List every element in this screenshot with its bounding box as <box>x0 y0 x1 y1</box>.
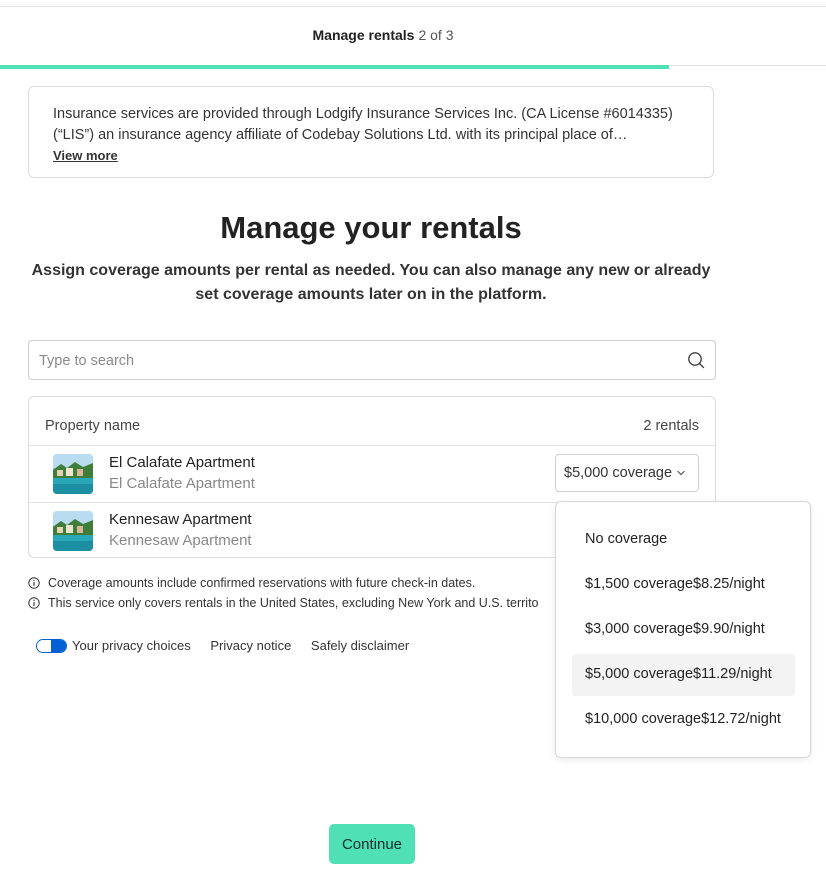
disclaimer-link[interactable]: Safely disclaimer <box>311 638 409 653</box>
option-price: $9.90/night <box>693 621 765 637</box>
rentals-count: 2 rentals <box>643 418 699 434</box>
page-subtitle: Assign coverage amounts per rental as ne… <box>31 262 711 303</box>
insurance-notice: Insurance services are provided through … <box>28 86 714 178</box>
continue-button[interactable]: Continue <box>329 824 415 864</box>
privacy-choices-link[interactable]: Your privacy choices <box>36 638 191 653</box>
property-name-header: Property name <box>45 418 141 434</box>
info-text: Coverage amounts include confirmed reser… <box>48 576 476 590</box>
privacy-choices-label: Your privacy choices <box>72 638 191 653</box>
footer-links: Your privacy choices Privacy notice Safe… <box>36 638 425 653</box>
coverage-dropdown: No coverage $1,500 coverage$8.25/night $… <box>555 501 811 758</box>
info-line: Coverage amounts include confirmed reser… <box>28 576 475 590</box>
coverage-option[interactable]: $3,000 coverage$9.90/night <box>572 609 795 651</box>
property-subtitle: Kennesaw Apartment <box>109 532 252 549</box>
coverage-option[interactable]: $1,500 coverage$8.25/night <box>572 564 795 606</box>
privacy-notice-link[interactable]: Privacy notice <box>210 638 291 653</box>
option-label: $5,000 coverage <box>585 666 694 682</box>
step-title: Manage rentals 2 of 3 <box>0 27 766 43</box>
privacy-choices-icon <box>36 639 67 653</box>
info-icon <box>28 577 40 589</box>
option-price: $11.29/night <box>693 666 772 682</box>
info-icon <box>28 597 40 609</box>
info-line: This service only covers rentals in the … <box>28 596 539 610</box>
coverage-option-selected[interactable]: $5,000 coverage$11.29/night <box>572 654 795 696</box>
search-input[interactable] <box>37 341 681 381</box>
property-subtitle: El Calafate Apartment <box>109 475 255 492</box>
search-icon[interactable] <box>687 351 705 369</box>
option-price: $8.25/night <box>693 576 765 592</box>
property-title: El Calafate Apartment <box>109 454 255 471</box>
property-title: Kennesaw Apartment <box>109 511 252 528</box>
view-more-link[interactable]: View more <box>53 146 118 166</box>
coverage-select[interactable]: $5,000 coverage <box>555 454 699 492</box>
table-header: Property name 2 rentals <box>29 397 715 446</box>
coverage-option[interactable]: $10,000 coverage$12.72/night <box>572 699 795 741</box>
table-row: El Calafate Apartment El Calafate Apartm… <box>29 446 715 503</box>
property-thumbnail <box>53 511 93 551</box>
header: Manage rentals 2 of 3 <box>0 7 826 66</box>
option-price: $12.72/night <box>701 711 781 727</box>
option-label: $3,000 coverage <box>585 621 694 637</box>
page-title: Manage your rentals <box>220 210 522 245</box>
step-name: Manage rentals <box>312 27 415 43</box>
notice-text: Insurance services are provided through … <box>53 106 673 143</box>
option-label: $1,500 coverage <box>585 576 694 592</box>
coverage-option[interactable]: No coverage <box>572 519 795 561</box>
search-box <box>28 340 716 381</box>
info-text: This service only covers rentals in the … <box>48 596 539 610</box>
coverage-select-value: $5,000 coverage <box>564 465 673 481</box>
option-label: $10,000 coverage <box>585 711 702 727</box>
property-thumbnail <box>53 454 93 494</box>
chevron-down-icon <box>677 470 685 476</box>
step-count: 2 of 3 <box>418 27 454 43</box>
option-label: No coverage <box>585 531 668 547</box>
progress-bar <box>0 65 670 69</box>
